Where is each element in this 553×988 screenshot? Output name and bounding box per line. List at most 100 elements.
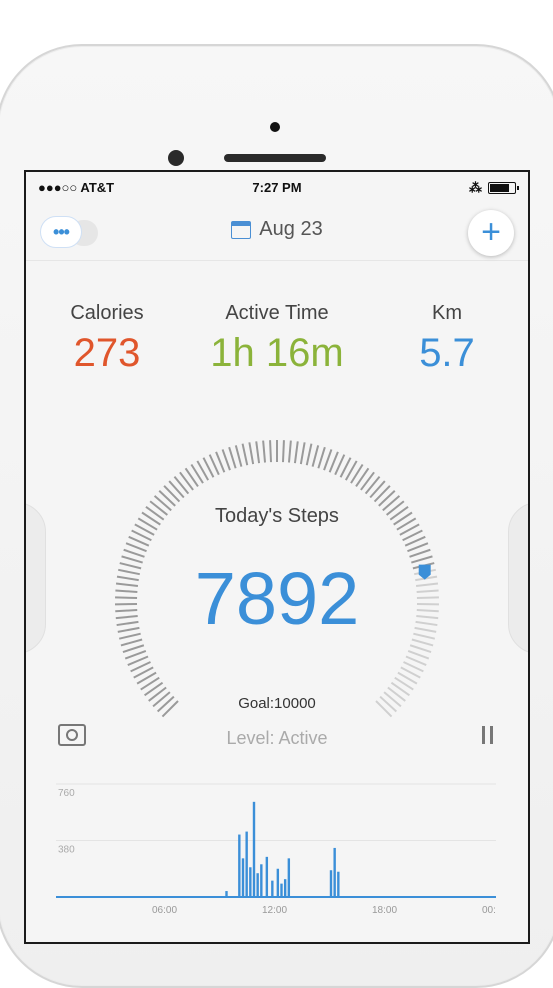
dial-tick [158,697,174,712]
stat-km: Km 5.7 [362,302,530,376]
bluetooth-icon: ⁂ [469,180,482,196]
dial-tick [410,550,431,557]
date-selector[interactable]: Aug 23 [26,218,528,241]
stat-value: 5.7 [362,331,530,376]
status-bar: ●●●○○ AT&T 7:27 PM ⁂ [26,172,528,204]
dial-tick [115,610,137,611]
battery-icon [488,182,516,194]
dial-tick [169,481,184,497]
dial-tick [223,449,230,470]
steps-count: 7892 [195,557,360,640]
dial-tick [117,622,139,625]
dial-tick [366,477,380,494]
dial-tick [301,442,305,464]
steps-goal: Goal:10000 [238,695,316,712]
chart-bar [280,884,282,897]
dial-tick [117,577,139,580]
dial-tick [370,481,385,497]
activity-level: Level: Active [26,728,528,749]
dial-tick [118,628,140,632]
dial-tick [116,616,138,618]
dial-tick [313,445,319,466]
stat-active-time: Active Time 1h 16m [192,302,362,376]
date-label: Aug 23 [259,218,322,241]
dial-tick [123,645,144,652]
dial-tick [408,651,429,659]
steps-chart: 760 380 06:00 12:00 18:00 00:00 [56,772,496,932]
app-screen: ●●●○○ AT&T 7:27 PM ⁂ ••• Aug 23 + Calori… [24,170,530,944]
dial-tick [121,640,142,646]
sensor-dot [270,122,280,132]
dial-tick [174,477,188,494]
steps-dial: Today's Steps 7892 Goal:10000 [26,432,528,732]
dial-tick [375,486,390,502]
top-nav: ••• Aug 23 + [26,204,528,261]
dial-tick [324,449,331,470]
dial-tick [249,442,253,464]
y-tick-label: 760 [58,788,75,799]
dial-tick [416,584,438,587]
stat-value: 273 [24,331,192,376]
dial-tick [416,616,438,618]
stat-label: Km [362,302,530,325]
chart-bar [256,873,258,897]
dial-tick [307,444,312,465]
status-time: 7:27 PM [26,180,528,195]
dial-tick [115,597,137,598]
dial-tick [289,441,291,463]
dial-tick [125,651,146,659]
dial-tick [155,496,172,510]
dial-tick [229,447,235,468]
steps-title: Today's Steps [215,505,339,527]
dial-tick [376,701,392,717]
dial-tick [411,556,432,562]
dial-tick [263,441,265,463]
dial-tick [417,610,439,611]
dial-tick [412,640,433,646]
dial-tick [410,645,431,652]
dial-tick [283,440,284,462]
dial-tick [122,556,143,562]
dial-tick [383,496,400,510]
chart-bar [225,891,227,897]
add-button[interactable]: + [468,210,514,256]
dial-tick [164,486,179,502]
x-tick-label: 00:00 [482,905,496,916]
dial-tick [380,697,396,712]
dial-tick [417,597,439,598]
y-tick-label: 380 [58,845,75,856]
dial-tick [236,445,242,466]
chart-bar [271,881,273,897]
dial-tick [417,590,439,592]
stat-label: Active Time [192,302,362,325]
chart-bar [253,802,255,897]
chart-bar [242,858,244,897]
x-tick-label: 12:00 [262,905,287,916]
pause-icon[interactable] [482,726,494,744]
calendar-icon [231,221,251,239]
stat-label: Calories [24,302,192,325]
dial-tick [119,634,140,639]
dial-tick [384,692,401,706]
chart-bar [266,857,268,897]
chart-bar [333,848,335,897]
chart-bar [260,864,262,897]
x-tick-label: 06:00 [152,905,177,916]
dial-tick [318,447,324,468]
stat-calories: Calories 273 [24,302,192,376]
chart-bar [277,869,279,897]
earpiece-speaker [224,154,326,162]
chart-bar [238,835,240,897]
chart-bar [284,879,286,897]
dial-tick [243,444,248,465]
stat-value: 1h 16m [192,331,362,376]
dial-tick [413,634,434,639]
dial-tick [295,441,298,463]
chart-bar [245,832,247,897]
dial-tick [256,441,259,463]
x-tick-label: 18:00 [372,905,397,916]
dial-tick [379,491,395,506]
dial-tick [116,584,138,587]
dial-tick [162,701,178,717]
chart-bar [337,872,339,897]
